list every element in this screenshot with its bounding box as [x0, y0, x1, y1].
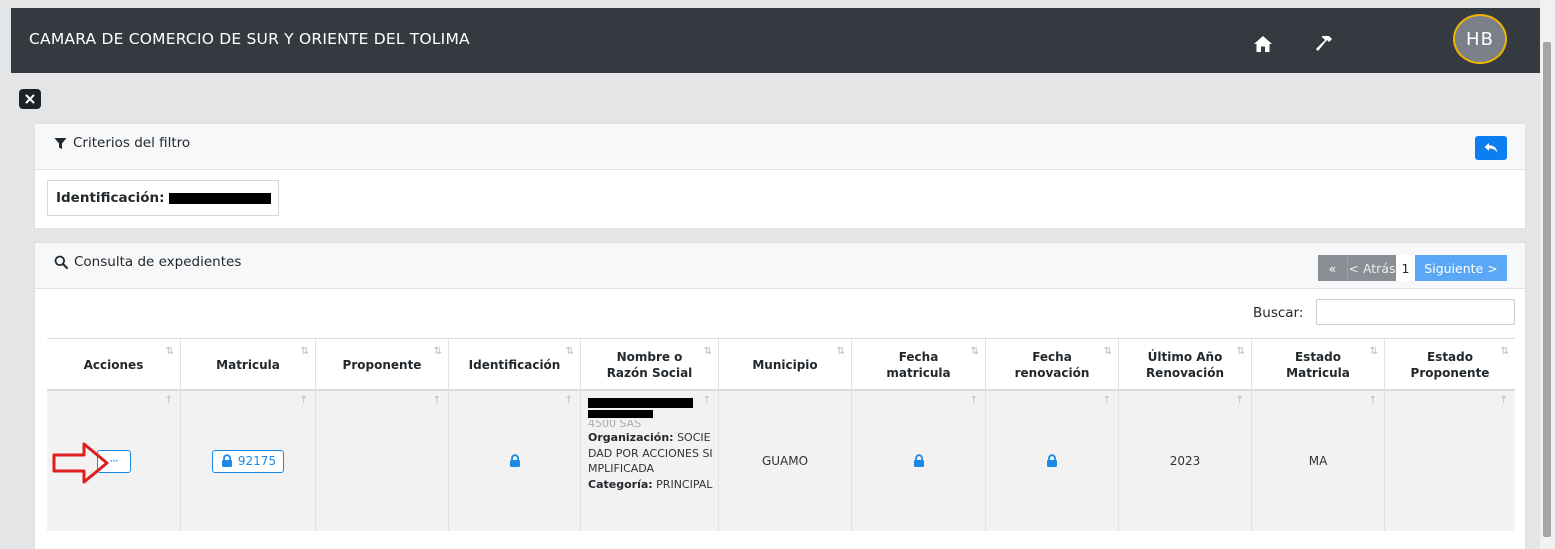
- results-card: Consulta de expedientes « < Atrás 1 Sigu…: [34, 242, 1526, 549]
- matricula-number: 92175: [237, 454, 277, 468]
- home-icon[interactable]: [1253, 35, 1273, 53]
- pagination: « < Atrás 1 Siguiente >: [1318, 255, 1507, 281]
- redacted-name: [588, 410, 653, 418]
- cell-estado-matricula: ↑ MA: [1252, 391, 1385, 531]
- col-proponente[interactable]: Proponente ⇅: [316, 339, 449, 390]
- sort-icon: ↑: [969, 395, 978, 406]
- company-name-partial: 4500 SAS: [588, 420, 642, 430]
- lock-icon: [221, 454, 232, 467]
- cell-matricula: ↑ 92175: [181, 391, 316, 531]
- sort-icon: ⇅: [1236, 346, 1245, 357]
- category-value: PRINCIPAL: [656, 477, 713, 491]
- matricula-button[interactable]: 92175: [211, 449, 285, 473]
- filter-criteria-card: Criterios del filtro Identificación:: [34, 123, 1526, 229]
- col-fecha-renovacion[interactable]: Fecha renovación ⇅: [986, 339, 1119, 390]
- sort-icon: ⇅: [300, 346, 309, 357]
- table-row: ↑ ··· ↑ 92175 ↑ ↑ ↑ 4500 SAS Organizació…: [47, 391, 1515, 531]
- sort-icon: ⇅: [703, 346, 712, 357]
- search-input[interactable]: [1316, 299, 1515, 325]
- pager-current-page[interactable]: 1: [1396, 255, 1415, 281]
- cell-identificacion: ↑: [449, 391, 581, 531]
- sort-icon: ⇅: [165, 346, 174, 357]
- sort-icon: ⇅: [1500, 346, 1509, 357]
- col-acciones[interactable]: Acciones ⇅: [47, 339, 181, 390]
- estado-matricula-value: MA: [1308, 454, 1328, 468]
- pager-next-button[interactable]: Siguiente >: [1415, 255, 1507, 281]
- sort-icon: ⇅: [1103, 346, 1112, 357]
- col-fecha-matricula[interactable]: Fecha matricula ⇅: [852, 339, 986, 390]
- brand-title[interactable]: CAMARA DE COMERCIO DE SUR Y ORIENTE DEL …: [29, 30, 470, 48]
- user-avatar[interactable]: HB: [1453, 14, 1507, 64]
- search-label: Buscar:: [1253, 305, 1304, 321]
- sort-icon: ↑: [1368, 395, 1377, 406]
- filter-identificacion: Identificación:: [47, 180, 279, 216]
- lock-icon[interactable]: [1045, 454, 1059, 468]
- cell-municipio: GUAMO: [719, 391, 852, 531]
- pager-prev-button[interactable]: < Atrás: [1347, 255, 1396, 281]
- sort-icon: ↑: [1102, 395, 1111, 406]
- results-table: Acciones ⇅ Matricula ⇅ Proponente ⇅ Identif…: [47, 338, 1515, 531]
- filter-identificacion-label: Identificación:: [56, 190, 165, 206]
- close-icon: [25, 94, 35, 104]
- municipio-value: GUAMO: [761, 454, 809, 468]
- sort-icon: ↑: [702, 395, 711, 406]
- close-button[interactable]: [19, 89, 41, 109]
- ultimo-anio-value: 2023: [1169, 454, 1201, 468]
- filter-card-header: Criterios del filtro: [35, 124, 1525, 170]
- sort-icon: ⇅: [1369, 346, 1378, 357]
- results-card-header: Consulta de expedientes « < Atrás 1 Sigu…: [35, 243, 1525, 289]
- reply-icon: [1484, 143, 1498, 153]
- redacted-name: [588, 398, 693, 408]
- sort-icon: ⇅: [433, 346, 442, 357]
- redacted-value: [168, 192, 271, 204]
- cell-estado-proponente: ↑: [1385, 391, 1515, 531]
- cell-fecha-renovacion: ↑: [986, 391, 1119, 531]
- lock-icon[interactable]: [912, 454, 926, 468]
- sort-icon: ↑: [564, 395, 573, 406]
- org-label: Organización:: [588, 431, 674, 444]
- hammer-icon[interactable]: [1314, 34, 1334, 54]
- col-nombre[interactable]: Nombre o Razón Social ⇅: [581, 339, 719, 390]
- cell-proponente: ↑: [316, 391, 449, 531]
- scrollbar-thumb[interactable]: [1543, 42, 1551, 537]
- pager-first-button[interactable]: «: [1318, 255, 1347, 281]
- filter-card-title: Criterios del filtro: [54, 135, 190, 151]
- filter-card-title-text: Criterios del filtro: [73, 135, 191, 151]
- results-card-title-text: Consulta de expedientes: [74, 254, 242, 270]
- col-ultimo-anio[interactable]: Último Año Renovación ⇅: [1119, 339, 1252, 390]
- col-matricula[interactable]: Matricula ⇅: [181, 339, 316, 390]
- cell-fecha-matricula: ↑: [852, 391, 986, 531]
- col-estado-matricula[interactable]: Estado Matricula ⇅: [1252, 339, 1385, 390]
- sort-icon: ⇅: [836, 346, 845, 357]
- top-navbar: CAMARA DE COMERCIO DE SUR Y ORIENTE DEL …: [11, 8, 1540, 73]
- sort-icon: ↑: [299, 395, 308, 406]
- sort-icon: ↑: [1235, 395, 1244, 406]
- cell-nombre: ↑ 4500 SAS Organización: SOCIEDAD POR AC…: [581, 391, 719, 531]
- table-header: Acciones ⇅ Matricula ⇅ Proponente ⇅ Identif…: [47, 338, 1515, 391]
- category-label: Categoría:: [588, 477, 653, 491]
- sort-icon: ⇅: [970, 346, 979, 357]
- sort-icon: ⇅: [565, 346, 574, 357]
- back-button[interactable]: [1475, 136, 1507, 160]
- annotation-arrow-icon: [52, 442, 109, 484]
- col-identificacion[interactable]: Identificación ⇅: [449, 339, 581, 390]
- lock-icon[interactable]: [508, 454, 522, 468]
- col-municipio[interactable]: Municipio ⇅: [719, 339, 852, 390]
- col-estado-proponente[interactable]: Estado Proponente ⇅: [1385, 339, 1515, 390]
- sort-icon: ↑: [432, 395, 441, 406]
- sort-icon: ↑: [1499, 395, 1508, 406]
- cell-ultimo-anio: ↑ 2023: [1119, 391, 1252, 531]
- search-icon: [54, 255, 68, 269]
- sort-icon: ↑: [164, 395, 173, 406]
- company-details: 4500 SAS Organización: SOCIEDAD POR ACCI…: [588, 420, 714, 492]
- filter-icon: [54, 137, 67, 149]
- results-card-title: Consulta de expedientes: [54, 254, 241, 270]
